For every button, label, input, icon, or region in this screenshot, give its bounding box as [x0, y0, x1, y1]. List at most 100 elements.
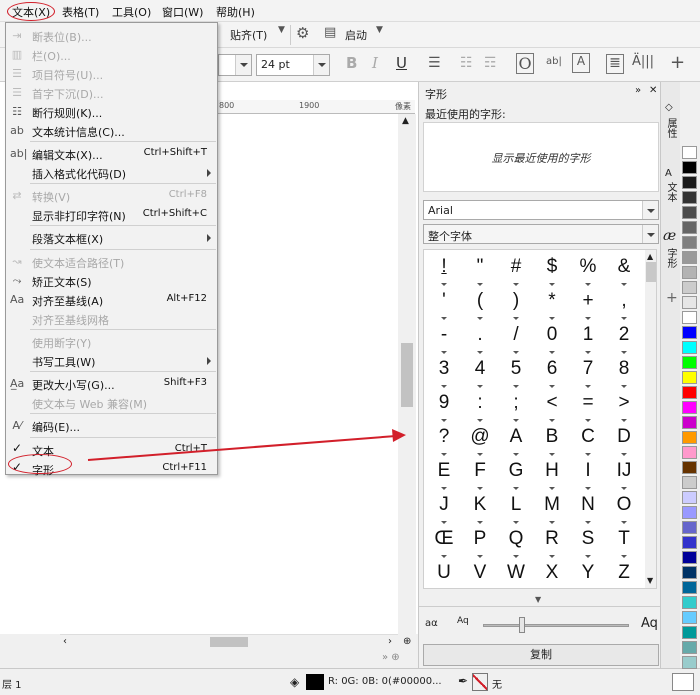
- text-align-icon[interactable]: ☰: [428, 55, 441, 71]
- menu-help[interactable]: 帮助(H): [216, 4, 255, 20]
- menu-item[interactable]: ab 文本统计信息(C)...: [6, 122, 217, 140]
- italic-icon[interactable]: I: [372, 54, 378, 72]
- underline-icon[interactable]: U: [396, 54, 407, 72]
- glyph-cell[interactable]: X: [534, 558, 570, 588]
- glyph-cell[interactable]: Y: [570, 558, 606, 588]
- palette-swatch[interactable]: [682, 191, 697, 204]
- palette-swatch[interactable]: [682, 311, 697, 324]
- glyph-cell[interactable]: G: [498, 456, 534, 490]
- glyph-cell[interactable]: A: [498, 422, 534, 456]
- glyph-cell[interactable]: Q: [498, 524, 534, 558]
- palette-swatch[interactable]: [682, 221, 697, 234]
- glyph-cell[interactable]: ?: [426, 422, 462, 456]
- glyph-cell[interactable]: @: [462, 422, 498, 456]
- slider-handle[interactable]: [519, 617, 525, 633]
- glyph-cell[interactable]: S: [570, 524, 606, 558]
- palette-swatch[interactable]: [682, 281, 697, 294]
- palette-swatch[interactable]: [682, 341, 697, 354]
- outline-none-swatch[interactable]: [472, 673, 488, 691]
- chevron-up-icon[interactable]: ▲: [402, 116, 409, 126]
- font-list-dropdown[interactable]: [218, 54, 252, 76]
- chevron-left-icon[interactable]: ‹: [63, 636, 67, 647]
- zoom-icon[interactable]: ⊕: [403, 636, 411, 647]
- glyph-cell[interactable]: O: [606, 490, 642, 524]
- palette-swatch[interactable]: [682, 401, 697, 414]
- glyph-cell[interactable]: 5: [498, 354, 534, 388]
- chevron-down-icon[interactable]: ▼: [278, 25, 285, 35]
- glyph-size-slider[interactable]: [483, 624, 629, 627]
- font-dropdown[interactable]: Arial: [423, 200, 659, 220]
- glyph-cell[interactable]: 1: [570, 320, 606, 354]
- menu-item[interactable]: ☷ 断行规则(K)...: [6, 103, 217, 121]
- menu-item[interactable]: A⁄ 编码(E)...: [6, 417, 217, 435]
- menu-item[interactable]: ab| 编辑文本(X)... Ctrl+Shift+T: [6, 145, 217, 163]
- glyph-cell[interactable]: H: [534, 456, 570, 490]
- palette-swatch[interactable]: [682, 521, 697, 534]
- glyph-cell[interactable]: ): [498, 286, 534, 320]
- menu-item[interactable]: 插入格式化代码(D): [6, 164, 217, 182]
- launch-dropdown[interactable]: 启动: [345, 27, 367, 43]
- glyph-cell[interactable]: B: [534, 422, 570, 456]
- glyph-cell[interactable]: F: [462, 456, 498, 490]
- palette-swatch[interactable]: [682, 641, 697, 654]
- glyph-cell[interactable]: 8: [606, 354, 642, 388]
- pen-icon[interactable]: ✒: [458, 674, 468, 688]
- close-icon[interactable]: ✕: [649, 85, 657, 96]
- menu-item[interactable]: A̲a 更改大小写(G)... Shift+F3: [6, 375, 217, 393]
- palette-swatch[interactable]: [682, 206, 697, 219]
- glyph-cell[interactable]: %: [570, 252, 606, 286]
- fill-icon[interactable]: ◈: [290, 675, 299, 689]
- glyph-cell[interactable]: U: [426, 558, 462, 588]
- object-icon[interactable]: O: [516, 53, 534, 74]
- fill-color-swatch[interactable]: [306, 674, 324, 690]
- print-icon[interactable]: [672, 673, 694, 691]
- add-tab-icon[interactable]: +: [666, 290, 678, 306]
- glyph-cell[interactable]: E: [426, 456, 462, 490]
- glyph-cell[interactable]: =: [570, 388, 606, 422]
- glyph-cell[interactable]: P: [462, 524, 498, 558]
- glyph-cell[interactable]: L: [498, 490, 534, 524]
- menu-item[interactable]: 显示非打印字符(N) Ctrl+Shift+C: [6, 206, 217, 224]
- font-size-dropdown[interactable]: 24 pt: [256, 54, 330, 76]
- glyph-cell[interactable]: 6: [534, 354, 570, 388]
- glyph-cell[interactable]: /: [498, 320, 534, 354]
- snap-dropdown[interactable]: 贴齐(T): [230, 27, 267, 43]
- nav-forward-icon[interactable]: » ⊕: [382, 652, 400, 663]
- palette-swatch[interactable]: [682, 161, 697, 174]
- chevron-up-icon[interactable]: ▲: [647, 252, 653, 261]
- palette-swatch[interactable]: [682, 491, 697, 504]
- palette-swatch[interactable]: [682, 461, 697, 474]
- glyph-cell[interactable]: Œ: [426, 524, 462, 558]
- chevron-down-icon[interactable]: ▼: [647, 576, 653, 585]
- glyph-cell[interactable]: J: [426, 490, 462, 524]
- menu-item[interactable]: 书写工具(W): [6, 352, 217, 370]
- menu-table[interactable]: 表格(T): [62, 4, 99, 20]
- menu-item[interactable]: 段落文本框(X): [6, 229, 217, 247]
- glyph-cell[interactable]: 7: [570, 354, 606, 388]
- palette-swatch[interactable]: [682, 566, 697, 579]
- tab-glyphs[interactable]: 字形: [664, 248, 678, 268]
- copy-button[interactable]: 复制: [423, 644, 659, 666]
- palette-swatch[interactable]: [682, 581, 697, 594]
- glyph-cell[interactable]: >: [606, 388, 642, 422]
- glyph-cell[interactable]: #: [498, 252, 534, 286]
- glyph-cell[interactable]: <: [534, 388, 570, 422]
- glyph-cell[interactable]: :: [462, 388, 498, 422]
- glyph-cell[interactable]: ": [462, 252, 498, 286]
- gear-icon[interactable]: ⚙: [296, 24, 309, 42]
- glyph-cell[interactable]: K: [462, 490, 498, 524]
- palette-swatch[interactable]: [682, 416, 697, 429]
- glyph-cell[interactable]: $: [534, 252, 570, 286]
- palette-swatch[interactable]: [682, 611, 697, 624]
- glyph-cell[interactable]: ;: [498, 388, 534, 422]
- glyph-grid[interactable]: ▲ ▼ ! " # $% & ' () * +, -. / 0 1 2 3 4 5 6 7 8 9:; < = >? @ A B C D…: [423, 249, 657, 589]
- vertical-scroll-thumb[interactable]: [401, 343, 413, 407]
- tab-properties[interactable]: 属性: [664, 118, 678, 138]
- palette-swatch[interactable]: [682, 551, 697, 564]
- glyph-cell[interactable]: IJ: [606, 456, 642, 490]
- glyph-cell[interactable]: 9: [426, 388, 462, 422]
- palette-swatch[interactable]: [682, 296, 697, 309]
- menu-item[interactable]: ⤳ 矫正文本(S): [6, 272, 217, 290]
- glyph-cell[interactable]: !: [426, 252, 462, 286]
- glyph-cell[interactable]: &: [606, 252, 642, 286]
